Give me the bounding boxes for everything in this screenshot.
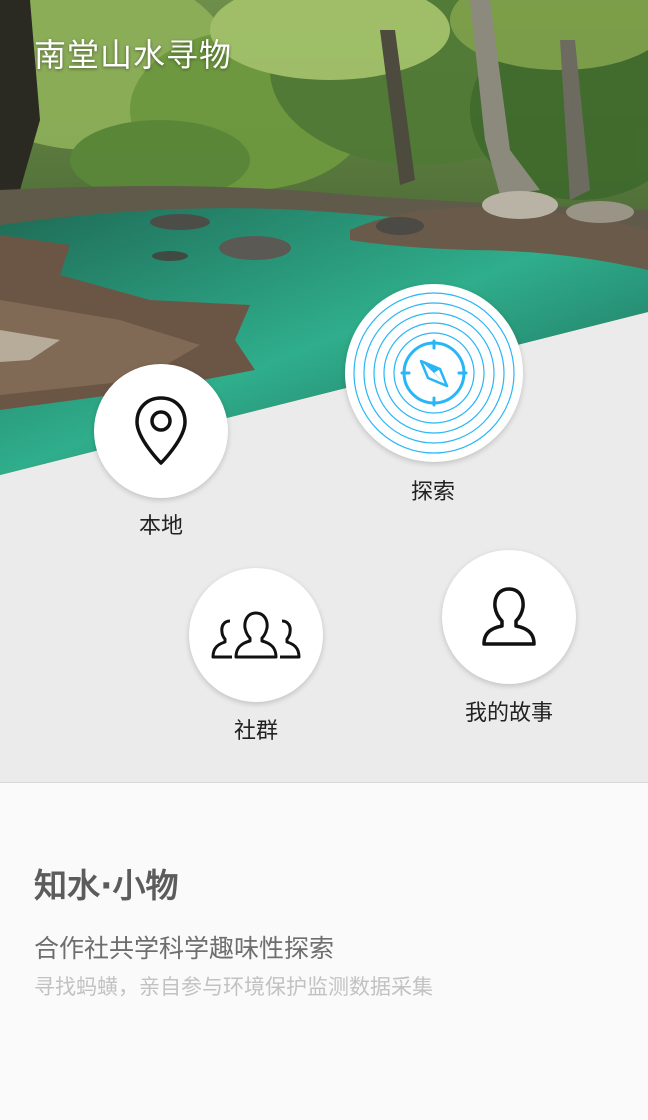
info-subtitle: 合作社共学科学趣味性探索 [34, 934, 335, 963]
info-card[interactable]: 知水·小物 合作社共学科学趣味性探索 寻找蚂蟥，亲自参与环境保护监测数据采集 [0, 782, 648, 1120]
explore-label: 探索 [410, 480, 455, 505]
map-pin-icon [135, 396, 187, 465]
home-screen: 南堂山水寻物 本地 探索 社群 我的故事 知水·小物 合作社共学科学趣味性探索 … [0, 0, 648, 1120]
my-story-button[interactable] [442, 550, 576, 684]
people-group-icon [211, 611, 301, 659]
local-label: 本地 [138, 514, 183, 539]
app-title: 南堂山水寻物 [34, 36, 233, 74]
my-story-label: 我的故事 [464, 701, 553, 726]
info-title: 知水·小物 [34, 866, 179, 905]
compass-icon [353, 292, 515, 454]
explore-button[interactable] [345, 284, 523, 462]
group-button[interactable] [189, 568, 323, 702]
info-description: 寻找蚂蟥，亲自参与环境保护监测数据采集 [34, 975, 433, 999]
local-button[interactable] [94, 364, 228, 498]
person-icon [482, 587, 536, 646]
group-label: 社群 [233, 719, 278, 744]
